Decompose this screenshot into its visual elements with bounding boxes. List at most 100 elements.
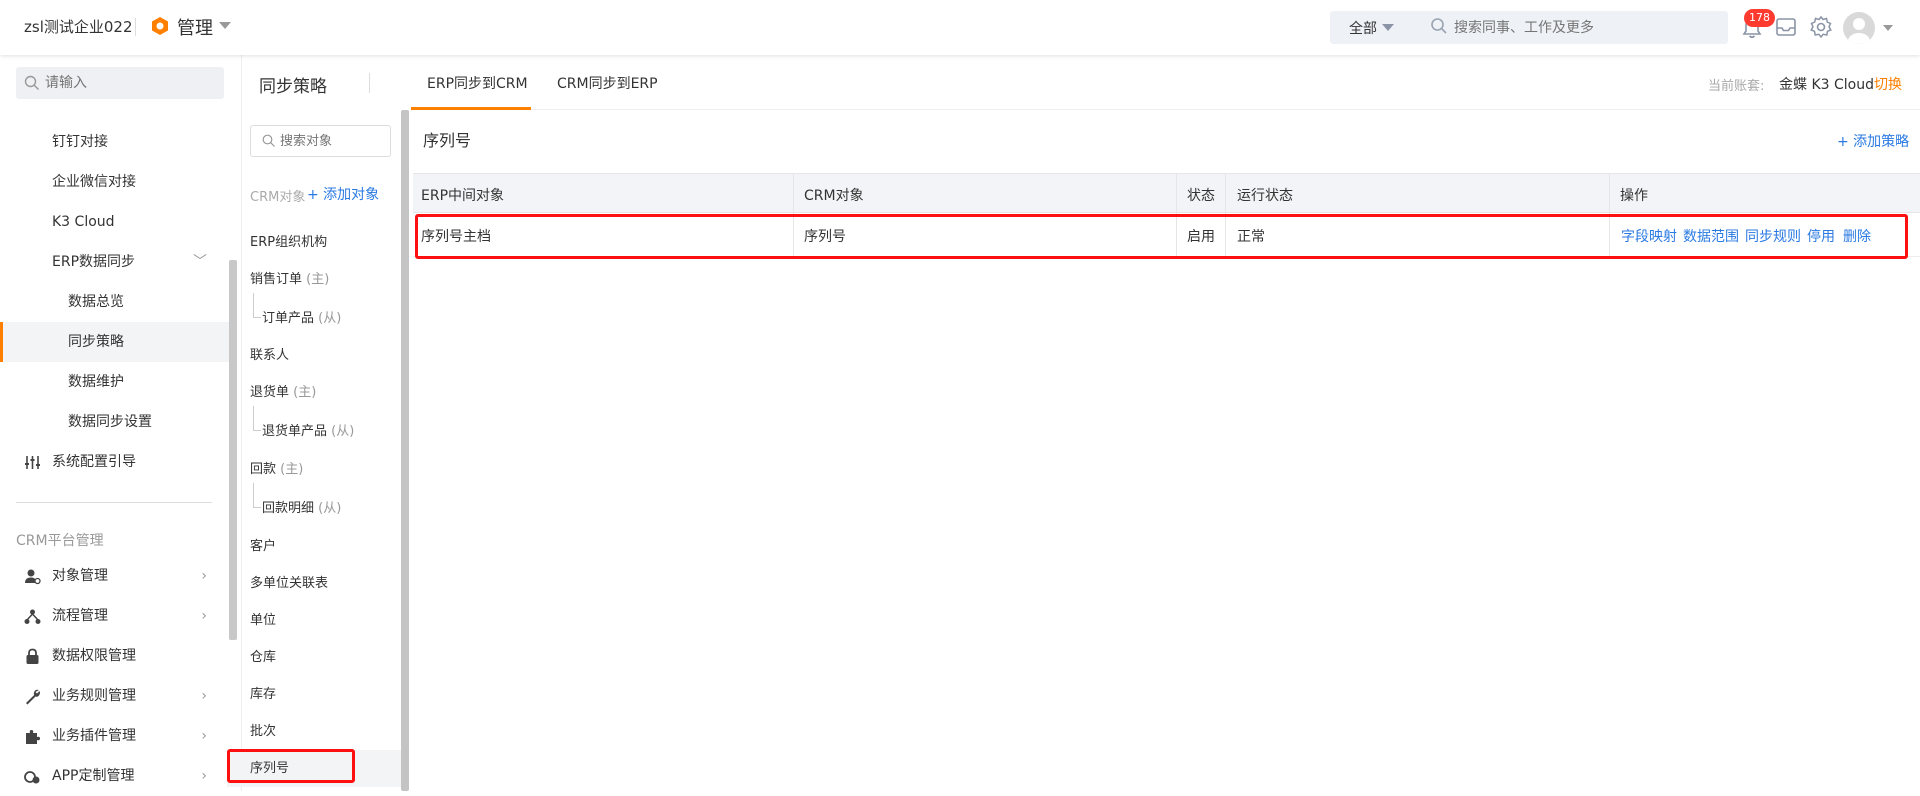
section-title: 序列号 <box>423 131 472 150</box>
account-value: 金蝶 K3 Cloud <box>1779 77 1874 93</box>
sidebar-item-data-maintenance[interactable]: 数据维护 <box>0 362 229 402</box>
gear-icon[interactable] <box>1808 14 1834 40</box>
column-header: ERP中间对象 <box>421 188 505 204</box>
sidebar-item-plugin-mgmt[interactable]: 业务插件管理 › <box>0 716 229 756</box>
sidebar-item-dingtalk[interactable]: 钉钉对接 <box>0 122 229 162</box>
account-label: 当前账套: <box>1708 79 1765 94</box>
search-icon <box>24 75 39 90</box>
search-icon <box>262 134 275 147</box>
notification-badge: 178 <box>1744 9 1775 27</box>
sidebar-item-label: APP定制管理 <box>52 768 135 784</box>
sidebar-item-app-custom[interactable]: APP定制管理 › <box>0 756 229 796</box>
object-label: 批次 <box>250 724 277 739</box>
add-strategy-button[interactable]: + 添加策略 <box>1837 131 1909 151</box>
column-header: 操作 <box>1620 188 1648 204</box>
chevron-right-icon: › <box>201 608 207 624</box>
divider <box>135 18 136 36</box>
object-role: (主) <box>280 462 304 477</box>
object-item[interactable]: 单位 <box>227 602 401 639</box>
object-label: 仓库 <box>250 650 277 665</box>
user-settings-icon <box>25 569 41 585</box>
manage-logo-icon <box>152 17 168 35</box>
object-item[interactable]: 多单位关联表 <box>227 565 401 602</box>
app-title[interactable]: 管理 <box>177 14 213 40</box>
row-highlight <box>415 214 1908 259</box>
chevron-down-icon[interactable] <box>219 22 231 29</box>
sidebar-item-data-overview[interactable]: 数据总览 <box>0 282 229 322</box>
chevron-right-icon: › <box>201 728 207 744</box>
object-label: 客户 <box>250 539 277 554</box>
sidebar-item-label: 对象管理 <box>52 568 108 584</box>
sidebar-item-sync-strategy[interactable]: 同步策略 <box>0 322 229 362</box>
chevron-right-icon: › <box>201 568 207 584</box>
flow-icon <box>24 609 41 624</box>
object-role: (从) <box>318 501 342 516</box>
object-item[interactable]: 客户 <box>227 528 401 565</box>
add-object-button[interactable]: + 添加对象 <box>307 184 379 204</box>
object-item[interactable]: 批次 <box>227 713 401 750</box>
sidebar-item-business-rule[interactable]: 业务规则管理 › <box>0 676 229 716</box>
switch-account-link[interactable]: 切换 <box>1874 74 1902 94</box>
search-input[interactable] <box>1454 12 1714 43</box>
sidebar-item-label: 业务规则管理 <box>52 688 136 704</box>
object-label: 多单位关联表 <box>250 576 329 591</box>
object-item[interactable]: 订单产品 (从) <box>227 300 401 337</box>
inbox-icon[interactable] <box>1774 15 1798 39</box>
chevron-right-icon: › <box>201 768 207 784</box>
sidebar-item-wecom[interactable]: 企业微信对接 <box>0 162 229 202</box>
chevron-down-icon[interactable] <box>1382 24 1394 31</box>
object-item[interactable]: 仓库 <box>227 639 401 676</box>
object-label: 销售订单 <box>250 272 303 287</box>
object-label: 退货单 <box>250 385 290 400</box>
object-label: 单位 <box>250 613 277 628</box>
column-header: CRM对象 <box>804 188 864 204</box>
object-item[interactable]: 库存 <box>227 676 401 713</box>
app-settings-icon <box>24 771 40 784</box>
column-header: 运行状态 <box>1237 188 1293 204</box>
puzzle-icon <box>26 730 40 744</box>
object-item[interactable]: ERP组织机构 <box>227 224 401 261</box>
object-item[interactable]: 联系人 <box>227 337 401 374</box>
sidebar-section-title: CRM平台管理 <box>16 533 104 549</box>
sidebar-item-object-mgmt[interactable]: 对象管理 › <box>0 556 229 596</box>
object-role: (主) <box>306 272 330 287</box>
sidebar-item-erp-sync[interactable]: ERP数据同步 ﹀ <box>0 242 229 282</box>
avatar[interactable] <box>1843 12 1875 44</box>
object-item[interactable]: 回款明细 (从) <box>227 490 401 527</box>
column-header: 状态 <box>1187 188 1215 204</box>
table-header <box>413 173 1920 213</box>
tab-crm-to-erp[interactable]: CRM同步到ERP <box>557 73 658 93</box>
search-icon <box>1431 18 1447 34</box>
object-role: (主) <box>293 385 317 400</box>
object-label: ERP组织机构 <box>250 235 328 250</box>
object-label: 联系人 <box>250 348 290 363</box>
top-bar: zsl测试企业022 管理 全部 178 <box>0 0 1920 55</box>
company-name[interactable]: zsl测试企业022 <box>24 16 133 37</box>
object-search-input[interactable] <box>280 126 385 156</box>
sidebar-item-label: 数据权限管理 <box>52 648 136 664</box>
sidebar-item-k3cloud[interactable]: K3 Cloud <box>0 202 229 242</box>
object-label: 回款 <box>250 462 277 477</box>
sidebar-search-input[interactable] <box>45 67 215 99</box>
chevron-up-icon: ﹀ <box>193 254 207 270</box>
object-panel-scrollbar[interactable] <box>401 110 409 791</box>
tab-erp-to-crm[interactable]: ERP同步到CRM <box>427 73 528 93</box>
avatar-icon <box>1848 18 1870 44</box>
sidebar-item-flow-mgmt[interactable]: 流程管理 › <box>0 596 229 636</box>
chevron-down-icon[interactable] <box>1883 25 1893 31</box>
search-scope-select[interactable]: 全部 <box>1349 18 1377 38</box>
wrench-icon <box>26 689 40 705</box>
object-item[interactable]: 退货单产品 (从) <box>227 413 401 450</box>
sidebar-item-config-guide[interactable]: 系统配置引导 <box>0 442 229 482</box>
object-label: 回款明细 <box>262 501 315 516</box>
sidebar-item-data-permission[interactable]: 数据权限管理 <box>0 636 229 676</box>
sidebar-item-label: ERP数据同步 <box>52 254 136 270</box>
sidebar-item-sync-settings[interactable]: 数据同步设置 <box>0 402 229 442</box>
sidebar-item-label: 业务插件管理 <box>52 728 136 744</box>
object-role: (从) <box>318 311 342 326</box>
sidebar-item-label: 系统配置引导 <box>52 454 136 470</box>
object-label: 订单产品 <box>262 311 315 326</box>
object-label: 库存 <box>250 687 277 702</box>
sidebar-item-label: 流程管理 <box>52 608 108 624</box>
sliders-icon <box>25 456 40 469</box>
